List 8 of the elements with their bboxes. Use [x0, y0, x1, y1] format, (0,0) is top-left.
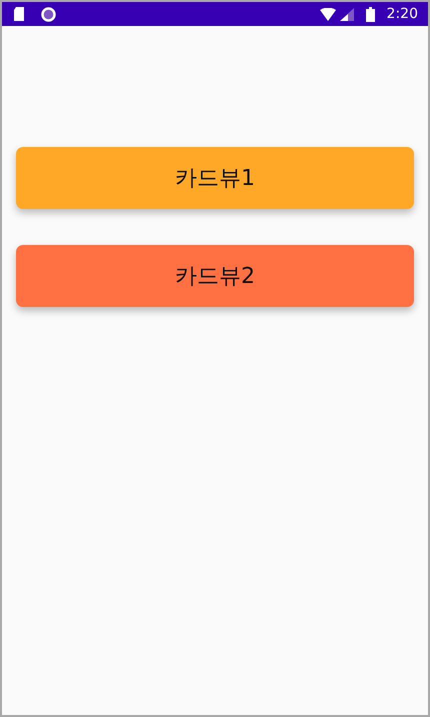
battery-icon — [366, 6, 375, 22]
sd-card-icon — [13, 7, 25, 21]
card-view: 카드뷰1 — [16, 147, 414, 209]
wifi-icon — [320, 8, 336, 20]
circle-icon — [41, 6, 56, 22]
status-time: 2:20 — [386, 4, 418, 24]
card-view: 카드뷰2 — [16, 245, 414, 307]
signal-icon — [340, 8, 354, 20]
